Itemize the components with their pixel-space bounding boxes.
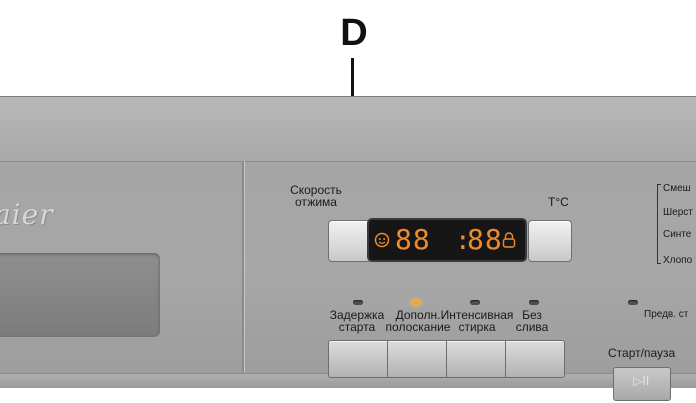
program-label-cotton: Хлопо (663, 255, 693, 266)
program-label-mixed: Смеш (663, 183, 691, 194)
play-pause-icon: ▷II (633, 374, 650, 388)
temperature-button[interactable] (528, 220, 572, 262)
option-label-no-drain: Без слива (505, 309, 559, 333)
brand-logo: aier (0, 198, 54, 231)
spin-speed-button[interactable] (328, 220, 372, 262)
spin-speed-label-line2: отжима (295, 195, 337, 209)
program-label-wool: Шерст (663, 207, 693, 218)
led-delay-start (353, 300, 363, 305)
intensive-wash-button[interactable] (446, 340, 506, 378)
panel-top-band (0, 97, 696, 162)
led-intensive-wash (470, 300, 480, 305)
led-no-drain (529, 300, 539, 305)
no-drain-button[interactable] (505, 340, 565, 378)
extra-rinse-button[interactable] (387, 340, 447, 378)
led-display: 88 : 88 (369, 220, 525, 260)
face-icon (374, 232, 390, 248)
display-digits-right: 88 (467, 223, 503, 256)
program-bracket (657, 184, 661, 264)
option-label-line2: слива (515, 320, 549, 334)
detergent-drawer-window (0, 253, 160, 337)
temperature-label: T°C (548, 195, 569, 209)
start-pause-label: Старт/пауза (608, 346, 676, 360)
panel-divider (242, 161, 244, 372)
display-digits-left: 88 (395, 223, 431, 256)
pre-wash-label: Предв. ст (644, 309, 689, 320)
lock-icon (502, 232, 516, 248)
option-label-delay-start: Задержка старта (325, 309, 389, 333)
program-label-synthetics: Синте (663, 229, 692, 240)
spin-speed-label: Скорость отжима (286, 184, 346, 208)
delay-start-button[interactable] (328, 340, 388, 378)
option-label-line2: старта (338, 320, 376, 334)
callout-letter: D (340, 12, 368, 54)
option-label-intensive-wash: Интенсивная стирка (440, 309, 514, 333)
led-pre-wash (628, 300, 638, 305)
option-label-line2: стирка (458, 320, 496, 334)
led-extra-rinse (411, 300, 421, 305)
